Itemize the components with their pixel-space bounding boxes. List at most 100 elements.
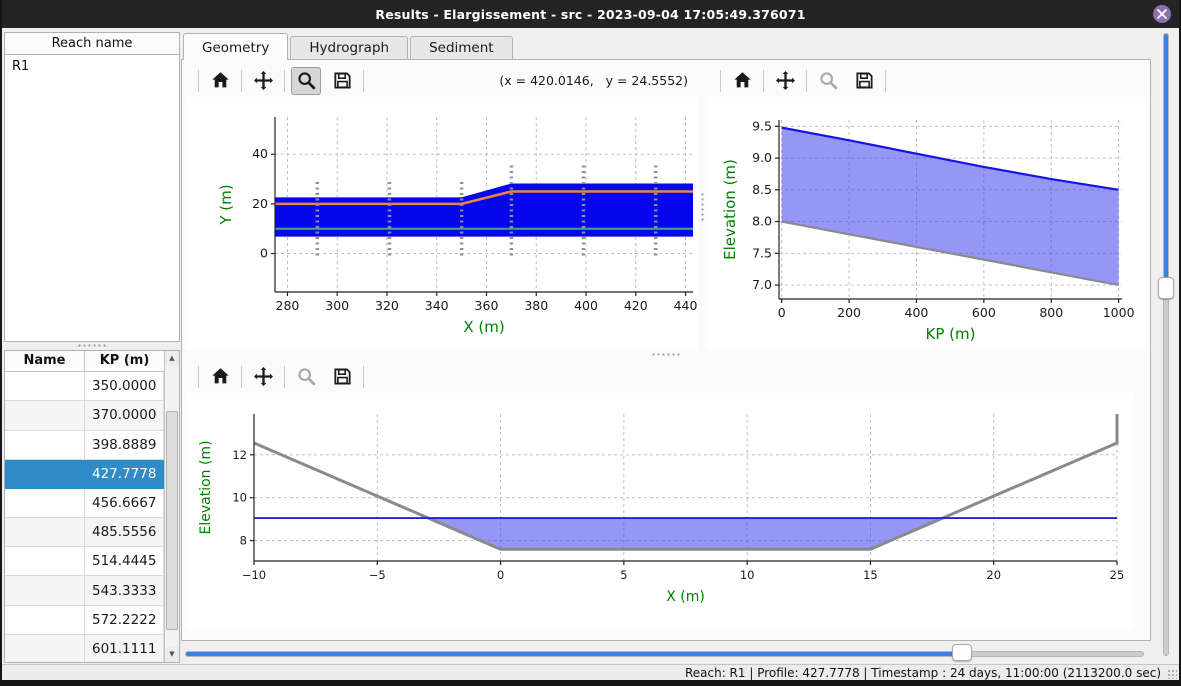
svg-text:Elevation (m): Elevation (m) <box>198 440 214 534</box>
reach-list-item[interactable]: R1 <box>5 55 179 78</box>
reach-list[interactable]: R1 <box>4 55 180 342</box>
time-slider-handle[interactable] <box>952 644 972 661</box>
save-button[interactable] <box>849 67 879 95</box>
zoom-button[interactable] <box>291 363 321 391</box>
home-button[interactable] <box>727 67 757 95</box>
table-cell[interactable] <box>5 576 85 605</box>
save-button[interactable] <box>327 363 357 391</box>
table-cell[interactable] <box>5 489 85 518</box>
table-row[interactable]: 543.3333 <box>5 576 164 605</box>
up-arrow-icon[interactable]: ▲ <box>165 351 179 366</box>
resize-grip[interactable] <box>1167 669 1177 679</box>
home-icon <box>210 366 231 387</box>
table-row[interactable]: 572.2222 <box>5 606 164 635</box>
home-button[interactable] <box>205 363 235 391</box>
svg-text:25: 25 <box>1110 568 1125 582</box>
svg-text:20: 20 <box>252 196 268 211</box>
pan-button[interactable] <box>770 67 800 95</box>
long-profile-chart[interactable]: 020040060080010007.07.58.08.59.09.5KP (m… <box>708 97 1146 350</box>
scrollbar-thumb[interactable] <box>166 411 178 630</box>
table-scrollbar[interactable]: ▲ ▼ <box>164 351 179 662</box>
tab-geometry[interactable]: Geometry <box>183 33 288 60</box>
pan-button[interactable] <box>248 363 278 391</box>
vertical-slider-handle[interactable] <box>1158 277 1174 299</box>
vertical-slider-track[interactable] <box>1163 33 1169 656</box>
table-cell[interactable]: 370.0000 <box>85 401 164 430</box>
svg-text:Elevation (m): Elevation (m) <box>721 159 739 260</box>
time-slider[interactable] <box>185 643 1144 664</box>
scrollbar-track[interactable] <box>165 366 179 647</box>
table-cell[interactable]: 514.4445 <box>85 547 164 576</box>
table-row[interactable]: 456.6667 <box>5 489 164 518</box>
splitter-handle[interactable] <box>700 192 706 222</box>
table-cell[interactable]: 456.6667 <box>85 489 164 518</box>
table-cell[interactable]: 572.2222 <box>85 606 164 635</box>
splitter-handle[interactable] <box>651 352 681 358</box>
table-row[interactable]: 427.7778 <box>5 460 164 489</box>
table-cell[interactable] <box>5 547 85 576</box>
table-cell[interactable] <box>5 372 85 401</box>
svg-text:15: 15 <box>863 568 878 582</box>
cross-section-plot-unit: −10−5051015202581012X (m)Elevation (m) <box>186 360 1146 628</box>
divider <box>241 366 242 388</box>
home-button[interactable] <box>205 67 235 95</box>
tab-hydrograph[interactable]: Hydrograph <box>290 36 408 59</box>
table-cell[interactable]: 427.7778 <box>85 460 164 489</box>
zoom-button[interactable] <box>813 67 843 95</box>
column-header-kp[interactable]: KP (m) <box>85 351 164 371</box>
table-cell[interactable]: 601.1111 <box>85 635 164 662</box>
svg-text:200: 200 <box>837 305 861 320</box>
table-row[interactable]: 350.0000 <box>5 372 164 401</box>
tab-bar: GeometryHydrographSediment <box>183 32 1152 59</box>
table-cell[interactable]: 543.3333 <box>85 576 164 605</box>
cross-section-chart[interactable]: −10−5051015202581012X (m)Elevation (m) <box>186 393 1134 628</box>
table-cell[interactable] <box>5 606 85 635</box>
table-row[interactable]: 601.1111 <box>5 635 164 662</box>
svg-text:8: 8 <box>240 534 247 548</box>
table-cell[interactable] <box>5 401 85 430</box>
floppy-icon <box>854 70 875 91</box>
table-cell[interactable]: 485.5556 <box>85 518 164 547</box>
vertical-slider[interactable] <box>1156 33 1176 656</box>
svg-text:X (m): X (m) <box>666 589 705 605</box>
table-cell[interactable] <box>5 431 85 460</box>
splitter-handle[interactable] <box>77 343 107 349</box>
svg-text:420: 420 <box>624 298 648 313</box>
column-header-name[interactable]: Name <box>5 351 85 371</box>
svg-text:320: 320 <box>375 298 399 313</box>
table-cell[interactable]: 350.0000 <box>85 372 164 401</box>
time-slider-track[interactable] <box>185 651 1144 657</box>
svg-text:400: 400 <box>905 305 929 320</box>
table-cell[interactable]: 398.8889 <box>85 431 164 460</box>
plot-toolbar <box>186 360 1146 393</box>
pan-button[interactable] <box>248 67 278 95</box>
table-cell[interactable] <box>5 518 85 547</box>
plan-view-chart[interactable]: 28030032034036038040042044002040X (m)Y (… <box>186 97 698 350</box>
zoom-button[interactable] <box>291 67 321 95</box>
divider <box>198 70 199 92</box>
svg-text:8.5: 8.5 <box>752 182 772 197</box>
svg-text:X (m): X (m) <box>463 318 504 336</box>
down-arrow-icon[interactable]: ▼ <box>165 647 179 662</box>
svg-text:7.5: 7.5 <box>752 245 772 260</box>
table-row[interactable]: 398.8889 <box>5 431 164 460</box>
svg-text:0: 0 <box>260 246 268 261</box>
divider <box>720 70 721 92</box>
svg-text:0: 0 <box>497 568 504 582</box>
table-cell[interactable] <box>5 460 85 489</box>
home-icon <box>210 70 231 91</box>
divider <box>284 366 285 388</box>
titlebar[interactable]: Results - Elargissement - src - 2023-09-… <box>2 0 1179 28</box>
tab-sediment[interactable]: Sediment <box>410 36 513 59</box>
close-button[interactable] <box>1153 5 1171 23</box>
table-row[interactable]: 485.5556 <box>5 518 164 547</box>
divider <box>284 70 285 92</box>
status-bar: Reach: R1 | Profile: 427.7778 | Timestam… <box>2 664 1179 680</box>
table-row[interactable]: 514.4445 <box>5 547 164 576</box>
table-row[interactable]: 370.0000 <box>5 401 164 430</box>
table-cell[interactable] <box>5 635 85 662</box>
svg-text:9.0: 9.0 <box>752 150 772 165</box>
svg-text:440: 440 <box>674 298 698 313</box>
magnifier-icon <box>296 70 317 91</box>
save-button[interactable] <box>327 67 357 95</box>
